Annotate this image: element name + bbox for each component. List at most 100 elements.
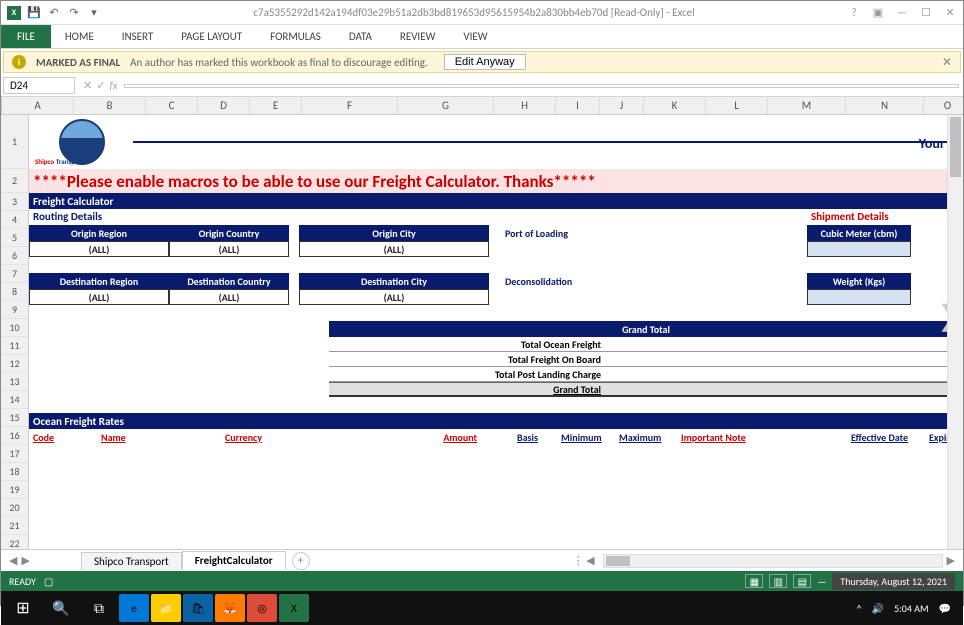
tab-home[interactable]: HOME — [51, 25, 108, 48]
cancel-formula-icon[interactable]: ✕ — [83, 79, 92, 92]
tab-next-icon[interactable]: ▶ — [21, 554, 29, 567]
col-header-K[interactable]: K — [644, 97, 706, 114]
enter-formula-icon[interactable]: ✓ — [96, 79, 105, 92]
save-icon[interactable]: 💾 — [27, 6, 41, 20]
file-explorer-icon[interactable]: 📁 — [151, 594, 181, 622]
row-header-11[interactable]: 11 — [1, 337, 28, 355]
ribbon-options-icon[interactable]: ▣ — [871, 6, 885, 20]
col-minimum[interactable]: Minimum — [561, 431, 619, 444]
new-sheet-button[interactable]: + — [292, 552, 310, 570]
sound-icon[interactable]: 🔊 — [872, 602, 884, 615]
row-header-3[interactable]: 3 — [1, 193, 28, 211]
row-header-12[interactable]: 12 — [1, 355, 28, 373]
col-header-N[interactable]: N — [846, 97, 924, 114]
origin-region-value[interactable]: (ALL) — [29, 241, 169, 257]
origin-country-value[interactable]: (ALL) — [169, 241, 289, 257]
col-basis[interactable]: Basis — [517, 431, 561, 444]
row-header-9[interactable]: 9 — [1, 301, 28, 319]
col-header-F[interactable]: F — [302, 97, 398, 114]
row-header-13[interactable]: 13 — [1, 373, 28, 391]
redo-icon[interactable]: ↷ — [67, 6, 81, 20]
view-normal-icon[interactable]: ▦ — [745, 574, 763, 588]
weight-input[interactable] — [807, 289, 911, 305]
row-header-22[interactable]: 22 — [1, 535, 28, 549]
col-header-L[interactable]: L — [706, 97, 768, 114]
chrome-icon[interactable]: ◎ — [247, 594, 277, 622]
col-header-B[interactable]: B — [74, 97, 146, 114]
row-header-5[interactable]: 5 — [1, 229, 28, 247]
row-header-18[interactable]: 18 — [1, 463, 28, 481]
search-icon[interactable]: 🔍 — [43, 594, 79, 622]
col-header-H[interactable]: H — [494, 97, 556, 114]
cbm-input[interactable] — [807, 241, 911, 257]
row-header-8[interactable]: 8 — [1, 283, 28, 301]
excel-taskbar-icon[interactable]: X — [279, 594, 309, 622]
minimize-icon[interactable]: — — [895, 6, 909, 20]
vertical-scrollbar[interactable] — [947, 115, 963, 549]
sheet-tab-shipco[interactable]: Shipco Transport — [81, 552, 182, 570]
col-header-C[interactable]: C — [146, 97, 198, 114]
tab-file[interactable]: FILE — [1, 25, 51, 48]
fx-icon[interactable]: fx — [109, 79, 117, 92]
macro-record-icon[interactable]: ▢ — [44, 575, 53, 588]
tab-page-layout[interactable]: PAGE LAYOUT — [167, 25, 256, 48]
tray-time[interactable]: 5:04 AM — [894, 602, 928, 615]
row-header-7[interactable]: 7 — [1, 265, 28, 283]
zoom-out-icon[interactable]: — — [817, 575, 826, 588]
tab-review[interactable]: REVIEW — [386, 25, 450, 48]
col-header-I[interactable]: I — [556, 97, 600, 114]
dest-region-value[interactable]: (ALL) — [29, 289, 169, 305]
start-button[interactable]: ⊞ — [5, 594, 41, 622]
col-important-note[interactable]: Important Note — [681, 431, 801, 444]
firefox-icon[interactable]: 🦊 — [215, 594, 245, 622]
edit-anyway-button[interactable]: Edit Anyway — [444, 54, 526, 70]
row-header-17[interactable]: 17 — [1, 445, 28, 463]
row-header-14[interactable]: 14 — [1, 391, 28, 409]
row-header-15[interactable]: 15 — [1, 409, 28, 427]
help-icon[interactable]: ? — [847, 6, 861, 20]
row-header-6[interactable]: 6 — [1, 247, 28, 265]
view-pagebreak-icon[interactable]: ▤ — [793, 574, 811, 588]
formula-input[interactable] — [124, 84, 959, 88]
task-view-icon[interactable]: ⧉ — [81, 594, 117, 622]
dest-country-value[interactable]: (ALL) — [169, 289, 289, 305]
notifications-icon[interactable]: 💬 — [939, 602, 951, 615]
info-close-icon[interactable]: ✕ — [942, 55, 952, 70]
col-header-D[interactable]: D — [198, 97, 250, 114]
undo-icon[interactable]: ↶ — [47, 6, 61, 20]
row-header-21[interactable]: 21 — [1, 517, 28, 535]
row-header-19[interactable]: 19 — [1, 481, 28, 499]
horizontal-scrollbar[interactable]: ⋮ ◀ ▶ — [310, 554, 963, 568]
col-header-E[interactable]: E — [250, 97, 302, 114]
row-header-16[interactable]: 16 — [1, 427, 28, 445]
tab-data[interactable]: DATA — [335, 25, 386, 48]
row-header-10[interactable]: 10 — [1, 319, 28, 337]
col-header-M[interactable]: M — [768, 97, 846, 114]
col-header-A[interactable]: A — [2, 97, 74, 114]
dest-city-value[interactable]: (ALL) — [299, 289, 489, 305]
tray-expand-icon[interactable]: ^ — [857, 602, 862, 615]
tab-insert[interactable]: INSERT — [108, 25, 168, 48]
col-header-J[interactable]: J — [600, 97, 644, 114]
close-icon[interactable]: ✕ — [943, 6, 957, 20]
row-header-2[interactable]: 2 — [1, 169, 28, 193]
row-header-1[interactable]: 1 — [1, 115, 28, 169]
col-header-O[interactable]: O — [924, 97, 964, 114]
tab-formulas[interactable]: FORMULAS — [256, 25, 335, 48]
col-currency[interactable]: Currency — [225, 431, 329, 444]
view-layout-icon[interactable]: ▥ — [769, 574, 787, 588]
row-header-4[interactable]: 4 — [1, 211, 28, 229]
tab-view[interactable]: VIEW — [449, 25, 501, 48]
sheet-content[interactable]: Shipco Transport® Your G ****Please enab… — [29, 115, 963, 549]
col-amount[interactable]: Amount — [329, 431, 477, 444]
edge-icon[interactable]: e — [119, 594, 149, 622]
store-icon[interactable]: 🛍 — [183, 594, 213, 622]
qat-dropdown-icon[interactable]: ▾ — [87, 6, 101, 20]
row-header-20[interactable]: 20 — [1, 499, 28, 517]
maximize-icon[interactable]: ☐ — [919, 6, 933, 20]
name-box[interactable]: D24 — [3, 77, 75, 94]
col-name[interactable]: Name — [101, 431, 225, 444]
tab-prev-icon[interactable]: ◀ — [9, 554, 17, 567]
origin-city-value[interactable]: (ALL) — [299, 241, 489, 257]
col-maximum[interactable]: Maximum — [619, 431, 681, 444]
